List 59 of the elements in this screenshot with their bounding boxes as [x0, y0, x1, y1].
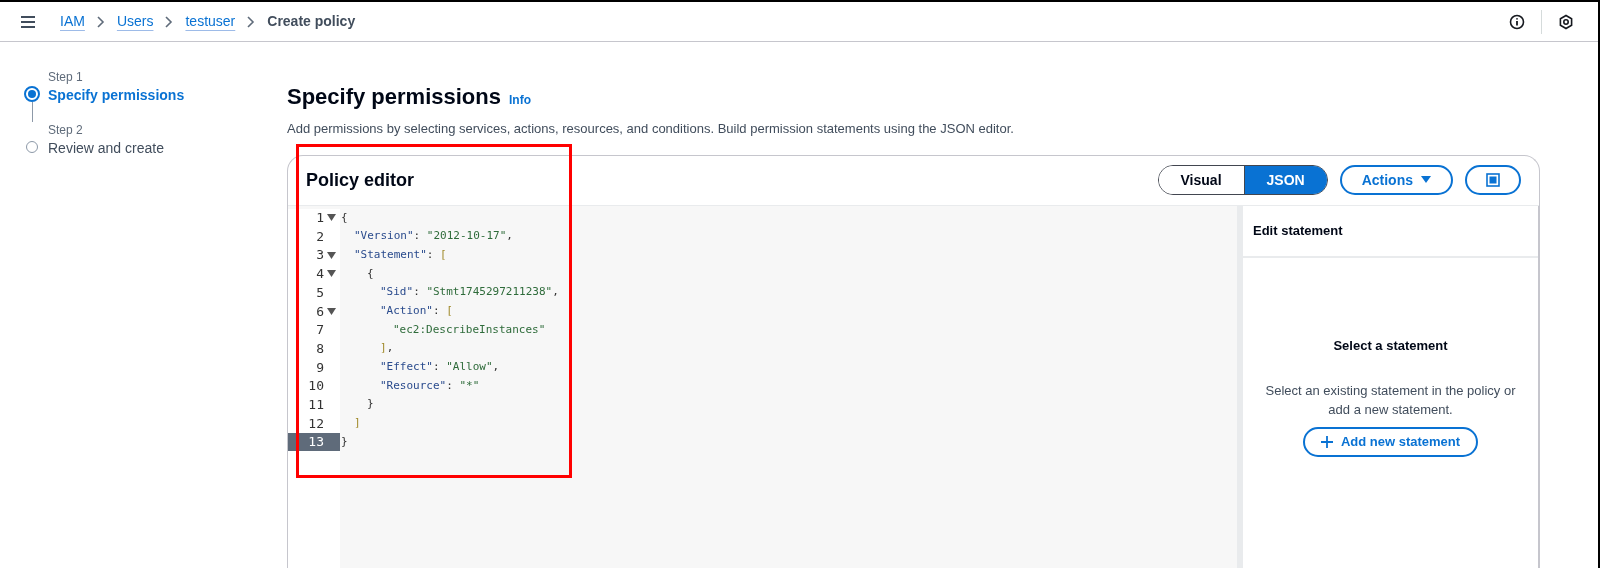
step-number: Step 2 — [48, 122, 84, 139]
code-line: } — [367, 396, 374, 413]
code-line: ], — [380, 340, 394, 357]
editor-title: Policy editor — [306, 168, 415, 192]
line-number: 8 — [315, 339, 325, 358]
code-line: "Action": [ — [380, 303, 453, 320]
page-description: Add permissions by selecting services, actions, resources, and conditions. Build permission statements using the JSON editor. — [287, 120, 1015, 138]
line-number: 9 — [315, 358, 325, 377]
actions-button[interactable]: Actions — [1339, 165, 1453, 195]
fullscreen-button[interactable] — [1465, 165, 1521, 195]
chevron-right-icon — [165, 15, 174, 28]
step-label[interactable]: Specify permissions — [48, 86, 185, 104]
code-line: "Statement": [ — [354, 246, 447, 263]
line-number: 10 — [307, 377, 325, 396]
code-line: { — [367, 265, 374, 282]
line-number: 4 — [288, 264, 340, 284]
chevron-right-icon — [96, 15, 105, 28]
plus-icon — [1320, 436, 1333, 448]
square-icon — [1486, 173, 1500, 187]
info-link[interactable]: Info — [509, 91, 531, 109]
code-line: "Effect": "Allow", — [380, 359, 500, 376]
fold-arrow-icon[interactable] — [326, 214, 336, 222]
fold-arrow-icon[interactable] — [326, 270, 336, 278]
line-number: 12 — [307, 414, 325, 433]
code-line: "Sid": "Stmt1745297211238", — [380, 284, 559, 301]
breadcrumb-current: Create policy — [267, 12, 356, 31]
panel-title: Edit statement — [1253, 221, 1343, 240]
fold-arrow-icon[interactable] — [326, 307, 336, 315]
code-editor[interactable]: 1 2 3 4 5 6 7 8 9 10 11 12 13 { "Version": "2012-10-17", "Statement": [ { "Sid": "Stmt1745297211238", "Action": [ "ec2:DescribeInstances" ], "Effect": "Allow", "Resource": "*" } ] } — [288, 205, 1237, 568]
line-number: 13 — [288, 432, 340, 452]
breadcrumb-link[interactable]: Users — [116, 11, 154, 32]
line-number: 6 — [288, 301, 340, 321]
add-statement-button[interactable]: Add new statement — [1302, 427, 1479, 457]
code-line: } — [341, 433, 348, 450]
line-number: 3 — [288, 245, 340, 265]
mode-toggle[interactable]: JSON — [1243, 166, 1327, 194]
line-number: 5 — [315, 283, 325, 302]
code-line: { — [341, 209, 348, 226]
fold-arrow-icon[interactable] — [326, 251, 336, 259]
code-line: "Resource": "*" — [380, 377, 480, 394]
step-label[interactable]: Review and create — [48, 139, 164, 157]
line-number: 7 — [315, 321, 325, 340]
chevron-right-icon — [247, 15, 256, 28]
code-line: "ec2:DescribeInstances" — [393, 321, 546, 338]
panel-text: Select an existing statement in the policy or add a new statement. — [1264, 382, 1517, 419]
settings-icon[interactable] — [1558, 13, 1574, 30]
caret-icon — [1421, 176, 1431, 184]
line-number: 11 — [307, 395, 325, 414]
code-line: "Version": "2012-10-17", — [354, 228, 513, 245]
breadcrumb-link[interactable]: testuser — [185, 11, 236, 32]
step-number: Step 1 — [48, 69, 84, 86]
info-icon[interactable] — [1509, 13, 1525, 30]
line-number: 1 — [288, 208, 340, 228]
menu-icon[interactable] — [20, 14, 36, 29]
code-line: ] — [354, 415, 361, 432]
breadcrumb-link[interactable]: IAM — [60, 11, 85, 32]
page-title: Specify permissions — [287, 83, 501, 111]
panel-heading: Select a statement — [1333, 336, 1448, 355]
line-number: 2 — [315, 227, 325, 246]
